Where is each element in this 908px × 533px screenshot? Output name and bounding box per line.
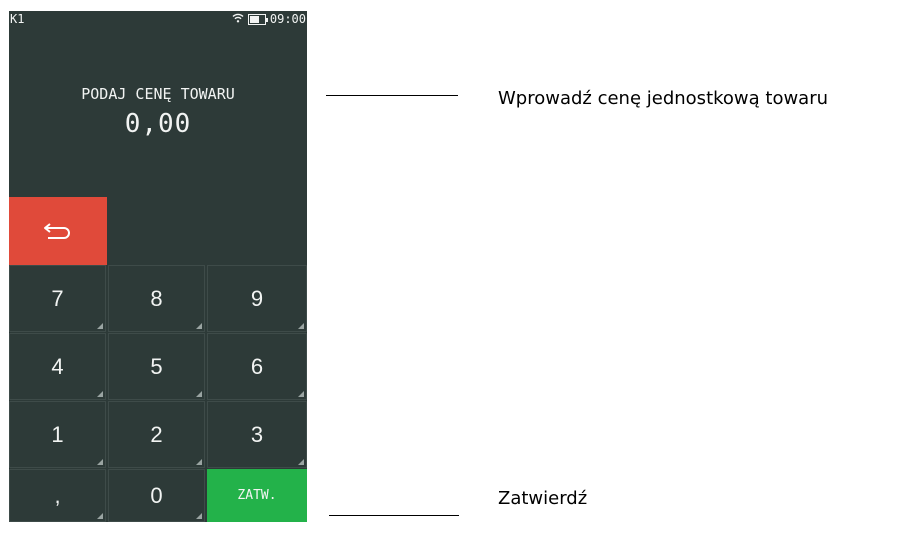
- price-prompt: PODAJ CENĘ TOWARU: [81, 85, 235, 103]
- status-bar: K1 09:00: [9, 11, 307, 29]
- key-0[interactable]: 0: [108, 469, 205, 522]
- status-right: 09:00: [232, 12, 306, 26]
- key-9[interactable]: 9: [207, 265, 307, 332]
- key-5[interactable]: 5: [108, 333, 205, 400]
- key-comma[interactable]: ,: [9, 469, 106, 522]
- key-6[interactable]: 6: [207, 333, 307, 400]
- wifi-icon: [232, 13, 244, 25]
- register-label: K1: [10, 12, 25, 26]
- annotation-price-entry: Wprowadź cenę jednostkową towaru: [498, 88, 829, 109]
- annotation-line-top: [326, 95, 458, 96]
- key-7[interactable]: 7: [9, 265, 106, 332]
- key-2[interactable]: 2: [108, 401, 205, 468]
- key-8[interactable]: 8: [108, 265, 205, 332]
- annotation-line-bottom: [329, 515, 459, 516]
- clock: 09:00: [269, 12, 306, 26]
- annotation-confirm: Zatwierdź: [498, 488, 588, 509]
- price-amount: 0,00: [124, 109, 192, 139]
- key-1[interactable]: 1: [9, 401, 106, 468]
- return-arrow-icon: [44, 223, 70, 239]
- key-4[interactable]: 4: [9, 333, 106, 400]
- back-button[interactable]: [9, 197, 107, 265]
- battery-icon: [247, 13, 268, 25]
- terminal-screen: K1 09:00 PODAJ CENĘ TOWARU 0,00 7 8 9 4 …: [9, 11, 307, 522]
- key-3[interactable]: 3: [207, 401, 307, 468]
- confirm-button[interactable]: ZATW.: [207, 469, 307, 522]
